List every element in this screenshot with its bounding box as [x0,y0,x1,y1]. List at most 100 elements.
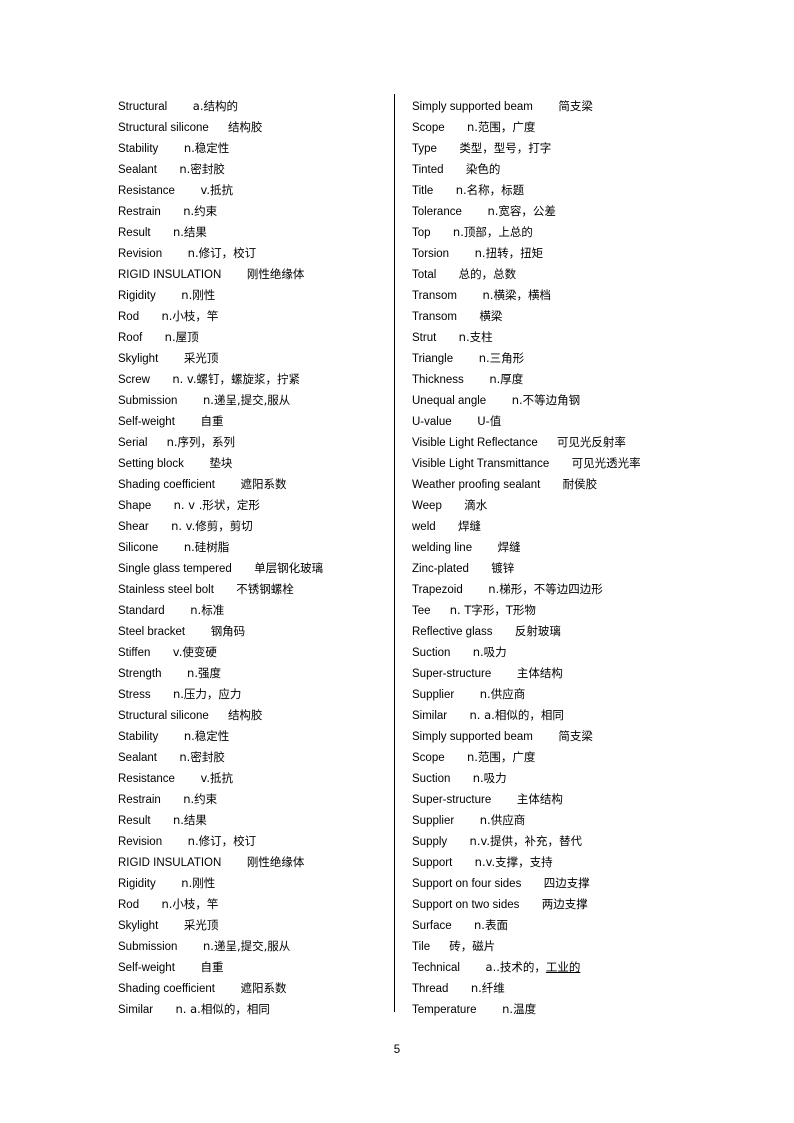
glossary-entry: Support on four sides 四边支撑 [412,873,712,894]
entry-term: Total [412,269,437,281]
entry-term: Scope [412,752,445,764]
entry-definition: n.厚度 [489,372,524,386]
glossary-entry: Silicone n.硅树脂 [118,537,390,558]
entry-spacer [464,374,490,386]
entry-spacer [184,458,210,470]
entry-definition: 垫块 [209,456,233,470]
glossary-entry: Stiffen v.使变硬 [118,642,390,663]
entry-term: Support on four sides [412,878,522,890]
entry-term: Support on two sides [412,899,520,911]
entry-spacer [442,500,464,512]
entry-definition: 焊缝 [497,540,521,554]
glossary-entry: Rod n.小枝，竿 [118,306,390,327]
entry-spacer [151,689,173,701]
entry-spacer [452,416,478,428]
entry-spacer [177,395,203,407]
entry-definition: n.温度 [502,1002,537,1016]
glossary-entry: Thickness n.厚度 [412,369,712,390]
entry-term: Top [412,227,431,239]
entry-spacer [436,521,458,533]
entry-term: Scope [412,122,445,134]
entry-term: Steel bracket [118,626,186,638]
glossary-entry: Reflective glass 反射玻璃 [412,621,712,642]
glossary-entry: Visible Light Transmittance 可见光透光率 [412,453,712,474]
glossary-entry: Supplier n.供应商 [412,684,712,705]
entry-spacer [460,962,486,974]
entry-term: Type [412,143,437,155]
entry-definition: n. T字形，T形物 [449,603,536,617]
glossary-entry: Skylight 采光顶 [118,348,390,369]
entry-spacer [549,458,571,470]
entry-definition: 采光顶 [183,351,219,365]
glossary-entry: weld 焊缝 [412,516,712,537]
entry-definition: n.吸力 [472,771,507,785]
entry-term: RIGID INSULATION [118,857,222,869]
glossary-entry: RIGID INSULATION 刚性绝缘体 [118,852,390,873]
glossary-entry: Result n.结果 [118,222,390,243]
document-page: Structural a.结构的 Structural silicone 结构胶 S… [0,0,794,1123]
glossary-entry: Revision n.修订，校订 [118,831,390,852]
entry-definition: n.宽容，公差 [487,204,556,218]
entry-spacer [158,731,184,743]
entry-definition: n.约束 [183,204,218,218]
entry-spacer [232,563,254,575]
entry-definition: 类型，型号，打字 [459,141,552,155]
entry-term: Strut [412,332,437,344]
glossary-entry: Shape n. v .形状，定形 [118,495,390,516]
glossary-entry: U-value U-值 [412,411,712,432]
entry-definition: n.硅树脂 [183,540,230,554]
entry-spacer [175,416,201,428]
entry-term: Rigidity [118,878,156,890]
entry-definition: n.横梁，横档 [482,288,551,302]
entry-term: Super-structure [412,668,492,680]
glossary-entry: Similar n. a.相似的，相同 [412,705,712,726]
entry-definition: n. v.螺钉，螺旋浆，拧紧 [172,372,300,386]
glossary-entry: Supplier n.供应商 [412,810,712,831]
entry-spacer [175,773,201,785]
glossary-entry: Stability n.稳定性 [118,138,390,159]
glossary-entry: Submission n.递呈,提交,服从 [118,936,390,957]
glossary-entry: Screw n. v.螺钉，螺旋浆，拧紧 [118,369,390,390]
entry-term: Transom [412,311,457,323]
entry-spacer [454,689,480,701]
entry-term: Submission [118,395,178,407]
glossary-column-left: Structural a.结构的 Structural silicone 结构胶 S… [118,96,390,1020]
entry-definition: 镀锌 [491,561,515,575]
entry-term: Sealant [118,164,158,176]
glossary-entry: Self-weight 自重 [118,957,390,978]
glossary-entry: Tee n. T字形，T形物 [412,600,712,621]
page-number: 5 [393,1044,401,1056]
entry-definition: n.小枝，竿 [161,309,219,323]
entry-term: Skylight [118,920,159,932]
entry-definition: n.递呈,提交,服从 [203,393,291,407]
entry-definition: n.支柱 [458,330,493,344]
entry-definition: 钢角码 [210,624,246,638]
entry-definition: n.v.支撑，支持 [474,855,553,869]
entry-spacer [453,353,479,365]
entry-spacer [185,626,211,638]
entry-term: weld [412,521,436,533]
entry-term: Visible Light Reflectance [412,437,538,449]
entry-spacer [209,710,228,722]
entry-spacer [491,794,517,806]
entry-definition: n.名称，标题 [455,183,525,197]
entry-spacer [214,584,236,596]
entry-definition: n.梯形，不等边四边形 [488,582,603,596]
entry-spacer [165,605,191,617]
glossary-entry: Scope n.范围，广度 [412,747,712,768]
entry-definition: 遮阳系数 [240,477,287,491]
entry-definition: 焊缝 [458,519,482,533]
glossary-entry: Surface n.表面 [412,915,712,936]
entry-spacer [450,647,472,659]
entry-spacer [540,479,562,491]
entry-spacer [161,668,187,680]
entry-definition: 刚性绝缘体 [246,267,305,281]
entry-term: Support [412,857,453,869]
entry-term: Revision [118,248,163,260]
entry-spacer [158,353,184,365]
entry-definition: n.表面 [474,918,508,932]
entry-spacer [177,941,203,953]
entry-term: Shading coefficient [118,479,215,491]
entry-term: Skylight [118,353,159,365]
entry-definition: U-值 [477,414,502,428]
